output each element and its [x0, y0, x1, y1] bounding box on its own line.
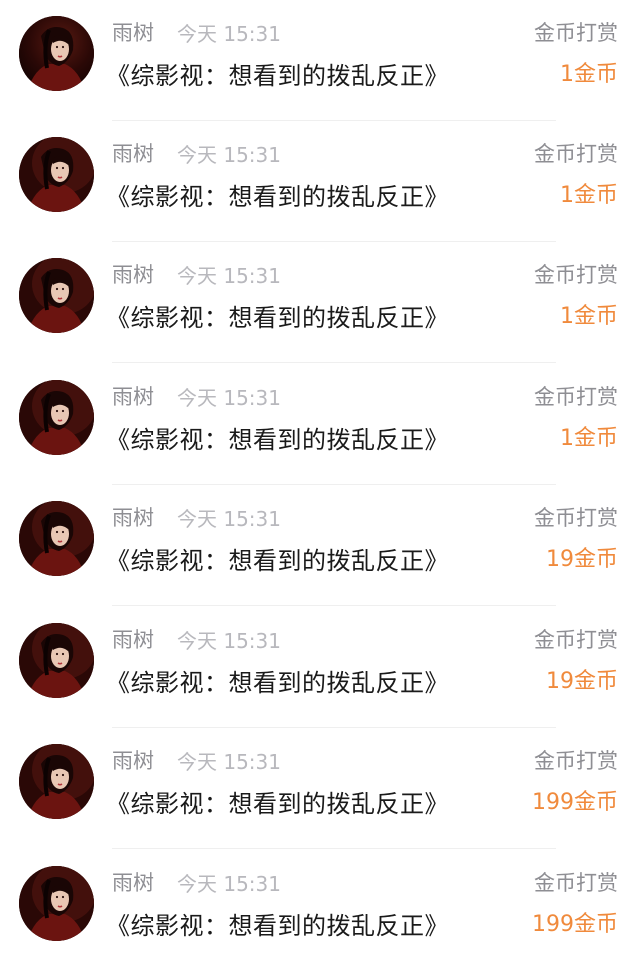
avatar[interactable]	[19, 744, 94, 819]
reward-type: 金币打赏	[534, 749, 618, 773]
reward-amount: 1金币	[560, 183, 618, 208]
avatar[interactable]	[19, 137, 94, 212]
reward-amount: 199金币	[532, 912, 618, 937]
reward-type: 金币打赏	[534, 21, 618, 45]
reward-amount: 1金币	[560, 426, 618, 451]
reward-amount: 1金币	[560, 62, 618, 87]
reward-amount: 19金币	[546, 669, 618, 694]
reward-amount: 19金币	[546, 547, 618, 572]
book-title: 《综影视：想看到的拨乱反正》	[106, 912, 449, 940]
book-title: 《综影视：想看到的拨乱反正》	[106, 62, 449, 90]
reward-amount: 199金币	[532, 790, 618, 815]
timestamp: 今天 15:31	[177, 22, 281, 46]
reward-record-item[interactable]: 雨树 今天 15:31 《综影视：想看到的拨乱反正》 金币打赏 1金币	[0, 121, 640, 242]
reward-record-item[interactable]: 雨树 今天 15:31 《综影视：想看到的拨乱反正》 金币打赏 199金币	[0, 850, 640, 971]
reward-record-item[interactable]: 雨树 今天 15:31 《综影视：想看到的拨乱反正》 金币打赏 1金币	[0, 0, 640, 121]
reward-amount: 1金币	[560, 304, 618, 329]
reward-type: 金币打赏	[534, 628, 618, 652]
timestamp: 今天 15:31	[177, 143, 281, 167]
book-title: 《综影视：想看到的拨乱反正》	[106, 547, 449, 575]
timestamp: 今天 15:31	[177, 507, 281, 531]
timestamp: 今天 15:31	[177, 386, 281, 410]
book-title: 《综影视：想看到的拨乱反正》	[106, 426, 449, 454]
user-name: 雨树	[112, 506, 154, 530]
reward-type: 金币打赏	[534, 385, 618, 409]
avatar[interactable]	[19, 16, 94, 91]
avatar[interactable]	[19, 501, 94, 576]
reward-type: 金币打赏	[534, 263, 618, 287]
avatar[interactable]	[19, 623, 94, 698]
reward-record-list: 雨树 今天 15:31 《综影视：想看到的拨乱反正》 金币打赏 1金币 雨树 今…	[0, 0, 640, 964]
reward-record-item[interactable]: 雨树 今天 15:31 《综影视：想看到的拨乱反正》 金币打赏 1金币	[0, 242, 640, 363]
user-name: 雨树	[112, 749, 154, 773]
user-name: 雨树	[112, 21, 154, 45]
reward-type: 金币打赏	[534, 142, 618, 166]
reward-record-item[interactable]: 雨树 今天 15:31 《综影视：想看到的拨乱反正》 金币打赏 19金币	[0, 607, 640, 728]
book-title: 《综影视：想看到的拨乱反正》	[106, 790, 449, 818]
user-name: 雨树	[112, 385, 154, 409]
avatar[interactable]	[19, 258, 94, 333]
avatar[interactable]	[19, 380, 94, 455]
divider	[112, 605, 556, 606]
timestamp: 今天 15:31	[177, 629, 281, 653]
timestamp: 今天 15:31	[177, 750, 281, 774]
reward-type: 金币打赏	[534, 871, 618, 895]
user-name: 雨树	[112, 263, 154, 287]
reward-record-item[interactable]: 雨树 今天 15:31 《综影视：想看到的拨乱反正》 金币打赏 19金币	[0, 485, 640, 606]
divider	[112, 848, 556, 849]
divider	[112, 362, 556, 363]
book-title: 《综影视：想看到的拨乱反正》	[106, 183, 449, 211]
user-name: 雨树	[112, 142, 154, 166]
user-name: 雨树	[112, 871, 154, 895]
book-title: 《综影视：想看到的拨乱反正》	[106, 669, 449, 697]
book-title: 《综影视：想看到的拨乱反正》	[106, 304, 449, 332]
timestamp: 今天 15:31	[177, 264, 281, 288]
avatar[interactable]	[19, 866, 94, 941]
timestamp: 今天 15:31	[177, 872, 281, 896]
reward-record-item[interactable]: 雨树 今天 15:31 《综影视：想看到的拨乱反正》 金币打赏 199金币	[0, 728, 640, 849]
user-name: 雨树	[112, 628, 154, 652]
reward-type: 金币打赏	[534, 506, 618, 530]
reward-record-item[interactable]: 雨树 今天 15:31 《综影视：想看到的拨乱反正》 金币打赏 1金币	[0, 364, 640, 485]
